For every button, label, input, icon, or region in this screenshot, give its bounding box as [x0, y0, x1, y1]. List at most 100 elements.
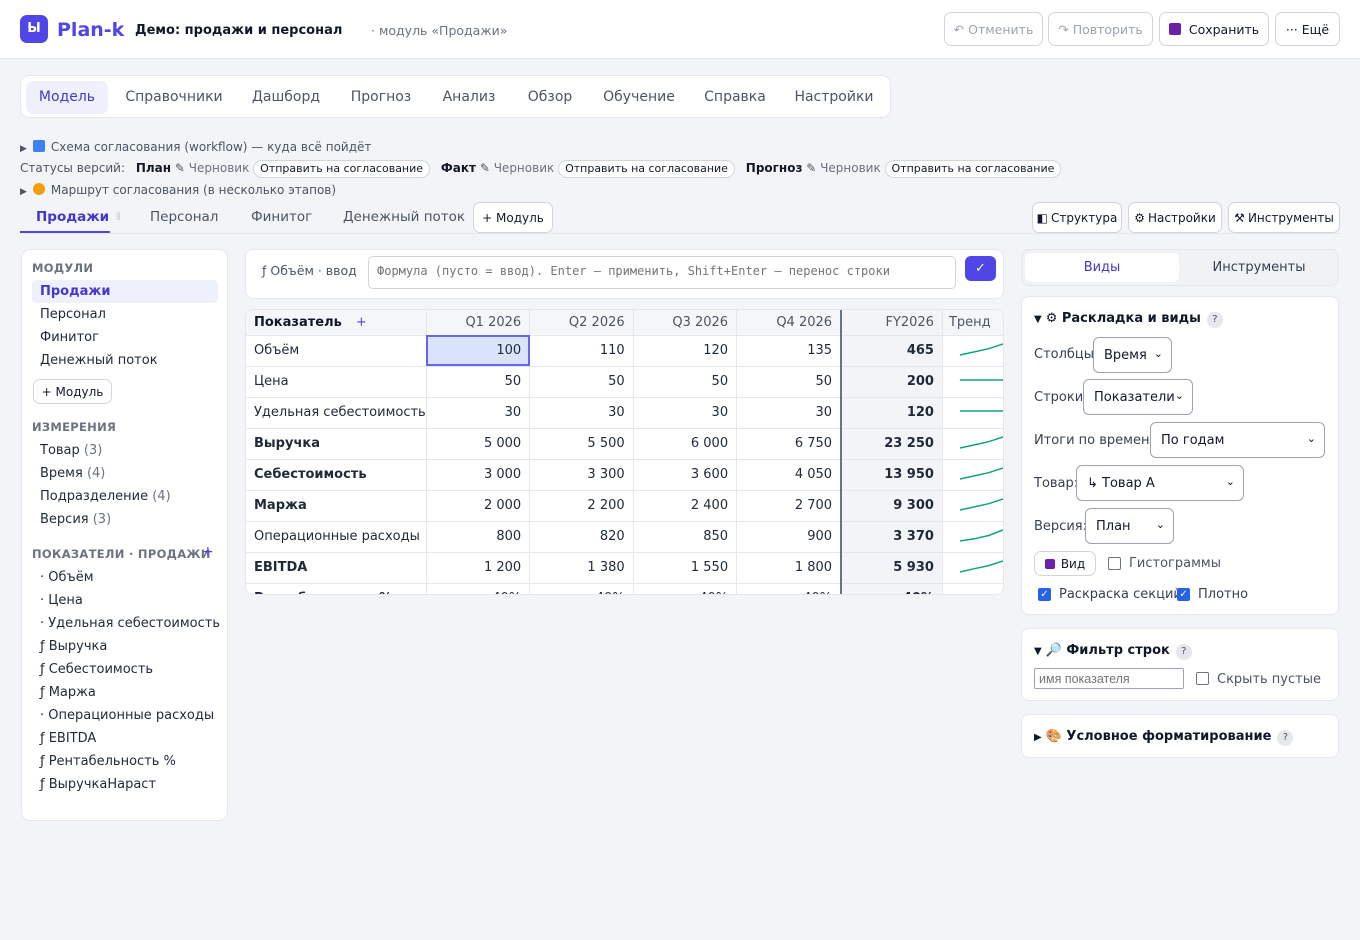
metric-item[interactable]: ƒ Маржа — [40, 684, 96, 702]
dense-checkbox[interactable]: ✓ — [1177, 588, 1190, 601]
more-button[interactable]: ··· Ещё — [1275, 12, 1340, 46]
grid-cell[interactable]: 6 000 — [633, 428, 738, 460]
hide-empty-checkbox[interactable] — [1196, 672, 1209, 685]
save-button[interactable]: Сохранить — [1159, 12, 1269, 46]
histograms-checkbox[interactable] — [1108, 557, 1121, 570]
grid-cell[interactable]: 50 — [426, 366, 531, 398]
grid-cell[interactable]: 100 — [426, 335, 531, 367]
column-header-fy[interactable]: FY2026 — [840, 310, 943, 336]
coloring-checkbox[interactable]: ✓ — [1038, 588, 1051, 601]
help-icon[interactable]: ? — [1175, 644, 1192, 660]
row-name[interactable]: Объём — [246, 335, 427, 367]
grid-cell[interactable]: 2 000 — [426, 490, 531, 522]
metric-item[interactable]: · Объём — [40, 569, 94, 587]
column-header-metric[interactable]: Показатель + — [246, 310, 427, 336]
row-name[interactable]: Цена — [246, 366, 427, 398]
formula-input[interactable] — [368, 256, 956, 289]
dimension-item[interactable]: Время (4) — [40, 465, 105, 483]
help-icon[interactable]: ? — [1206, 312, 1223, 328]
row-name[interactable]: EBITDA — [246, 552, 427, 584]
grid-cell[interactable]: 2 400 — [633, 490, 738, 522]
grid-cell[interactable]: 50 — [633, 366, 738, 398]
grid-cell[interactable]: 3 600 — [633, 459, 738, 491]
drag-handle-icon[interactable]: ⦀ — [116, 212, 120, 223]
settings-button[interactable]: ⚙ Настройки — [1128, 202, 1222, 233]
submit-approval-button[interactable]: Отправить на согласование — [558, 160, 735, 178]
row-name[interactable]: Маржа — [246, 490, 427, 522]
grid-cell[interactable]: 3 300 — [529, 459, 634, 491]
redo-button[interactable]: ↷ Повторить — [1048, 12, 1153, 46]
grid-cell[interactable]: 4 050 — [736, 459, 842, 491]
product-select[interactable]: ↳ Товар A ⌄ — [1076, 465, 1244, 501]
save-view-button[interactable]: Вид — [1034, 551, 1096, 576]
workflow-schema-toggle[interactable]: ▶ Схема согласования (workflow) — куда вс… — [20, 139, 371, 157]
column-header[interactable]: Q4 2026 — [736, 310, 842, 336]
add-row-button[interactable]: + — [356, 315, 367, 330]
tab-help[interactable]: Справка — [697, 81, 773, 114]
tab-settings[interactable]: Настройки — [787, 81, 881, 114]
row-name[interactable]: Себестоимость — [246, 459, 427, 491]
grid-cell[interactable]: 120 — [633, 335, 738, 367]
row-name[interactable]: Удельная себестоимость — [246, 397, 427, 429]
grid-cell[interactable]: 1 380 — [529, 552, 634, 584]
column-header[interactable]: Q2 2026 — [529, 310, 634, 336]
tab-forecast[interactable]: Прогноз — [341, 81, 421, 114]
grid-cell[interactable]: 50 — [736, 366, 842, 398]
brand-name[interactable]: Plan-k — [57, 18, 124, 42]
dimension-item[interactable]: Подразделение (4) — [40, 488, 171, 506]
dimension-item[interactable]: Версия (3) — [40, 511, 111, 529]
grid-cell[interactable]: 5 000 — [426, 428, 531, 460]
grid-cell[interactable]: 5 500 — [529, 428, 634, 460]
metric-item[interactable]: · Цена — [40, 592, 83, 610]
grid-cell[interactable]: 900 — [736, 521, 842, 553]
app-logo-icon[interactable]: Ы — [20, 15, 48, 43]
grid-cell[interactable]: 40% — [529, 583, 634, 594]
row-name[interactable]: Операционные расходы — [246, 521, 427, 553]
grid-cell[interactable]: 3 000 — [426, 459, 531, 491]
help-icon[interactable]: ? — [1277, 730, 1294, 746]
grid-cell[interactable]: 1 550 — [633, 552, 738, 584]
metric-item[interactable]: ƒ Себестоимость — [40, 661, 153, 679]
grid-cell[interactable]: 40% — [426, 583, 531, 594]
approval-route-toggle[interactable]: ▶ Маршрут согласования (в несколько этапо… — [20, 182, 336, 200]
grid-cell[interactable]: 800 — [426, 521, 531, 553]
grid-cell[interactable]: 6 750 — [736, 428, 842, 460]
submit-approval-button[interactable]: Отправить на согласование — [253, 160, 431, 178]
grid-cell[interactable]: 1 800 — [736, 552, 842, 584]
add-metric-button[interactable]: + — [202, 544, 214, 560]
sheet-tab-fin[interactable]: Финитог — [251, 208, 312, 226]
sidebar-add-module-button[interactable]: + Модуль — [33, 379, 112, 404]
column-header[interactable]: Q1 2026 — [426, 310, 531, 336]
grid-cell[interactable]: 30 — [426, 397, 531, 429]
grid-cell[interactable]: 30 — [529, 397, 634, 429]
grid-cell[interactable]: 135 — [736, 335, 842, 367]
grid-cell[interactable]: 40% — [633, 583, 738, 594]
metric-item[interactable]: · Операционные расходы — [40, 707, 214, 725]
tools-button[interactable]: ⚒ Инструменты — [1228, 202, 1340, 233]
apply-formula-button[interactable]: ✓ — [965, 256, 996, 281]
tab-learning[interactable]: Обучение — [595, 81, 683, 114]
metric-item[interactable]: ƒ Рентабельность % — [40, 753, 176, 771]
tab-references[interactable]: Справочники — [119, 81, 229, 114]
sidebar-module-staff[interactable]: Персонал — [40, 306, 106, 324]
tab-instruments[interactable]: Инструменты — [1182, 253, 1336, 282]
grid-cell[interactable]: 2 200 — [529, 490, 634, 522]
grid-cell[interactable]: 110 — [529, 335, 634, 367]
tab-views[interactable]: Виды — [1025, 253, 1179, 282]
sidebar-module-cashflow[interactable]: Денежный поток — [40, 352, 158, 370]
row-filter-input[interactable] — [1034, 668, 1184, 689]
grid-cell[interactable]: 30 — [633, 397, 738, 429]
tab-analysis[interactable]: Анализ — [433, 81, 505, 114]
metric-item[interactable]: ƒ Выручка — [40, 638, 107, 656]
grid-cell[interactable]: 1 200 — [426, 552, 531, 584]
tab-dashboard[interactable]: Дашборд — [243, 81, 329, 114]
add-module-button[interactable]: + Модуль — [473, 202, 553, 233]
sidebar-module-fin[interactable]: Финитог — [40, 329, 99, 347]
grid-cell[interactable]: 40% — [736, 583, 842, 594]
sidebar-module-sales[interactable]: Продажи — [32, 280, 218, 303]
submit-approval-button[interactable]: Отправить на согласование — [884, 160, 1062, 178]
tab-overview[interactable]: Обзор — [518, 81, 582, 114]
row-name[interactable]: Рентабельность % — [246, 583, 427, 594]
tab-model[interactable]: Модель — [26, 81, 108, 114]
totals-select[interactable]: По годам ⌄ — [1150, 422, 1325, 458]
